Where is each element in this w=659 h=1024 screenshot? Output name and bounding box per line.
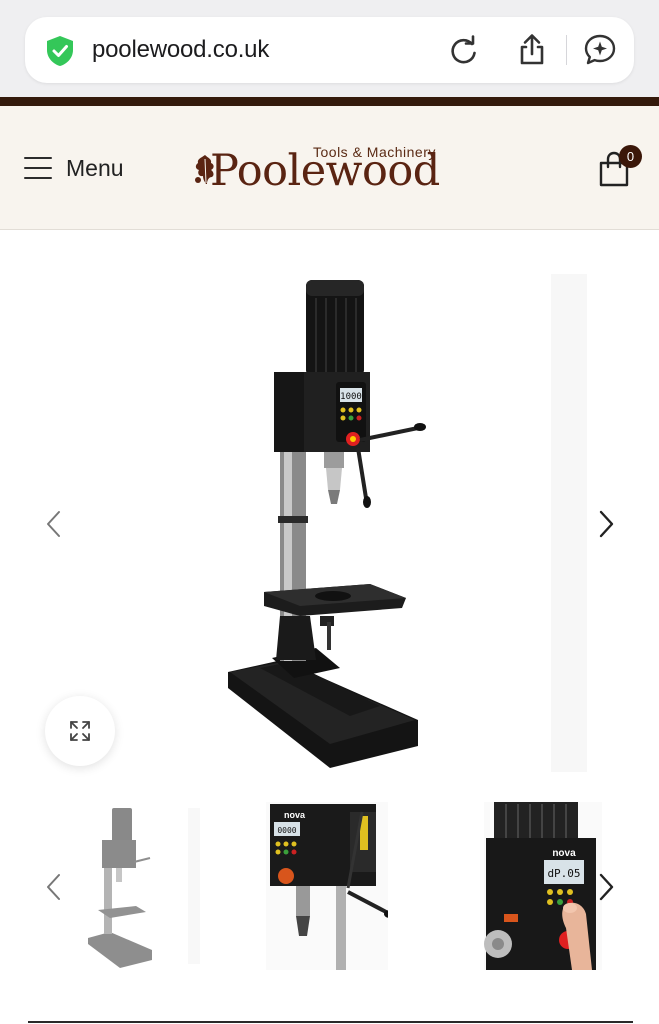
thumbnail-1[interactable] [80,802,200,970]
thumb2-display: 0000 [277,826,296,835]
share-icon[interactable] [514,32,550,68]
toolbar-divider [566,35,567,65]
thumb2-brand: nova [284,810,306,820]
thumb3-brand: nova [552,848,576,859]
thumbnail-2[interactable]: nova 0000 [266,802,388,970]
browser-chrome: poolewood.co.uk [0,0,659,97]
hamburger-icon [24,157,52,179]
drill-press-image: 1000 [228,280,426,768]
secure-shield-icon [47,36,73,66]
site-logo[interactable]: Tools & Machinery Poolewood [193,140,468,198]
thumbnail-3[interactable]: nova dP.05 [484,802,602,970]
thumbs-next-arrow-icon[interactable] [592,870,620,904]
section-divider [28,1021,633,1023]
site-header: Menu Tools & Machinery Poolewood 0 [0,106,659,230]
svg-text:1000: 1000 [340,392,362,402]
logo-wordmark: Poolewood [210,146,440,196]
zoom-button[interactable] [45,696,115,766]
announcement-strip [0,97,659,106]
product-gallery: 1000 [0,231,659,791]
assistant-sparkle-icon[interactable] [582,32,618,68]
cart-count-badge: 0 [619,145,642,168]
reload-icon[interactable] [446,32,482,68]
address-bar[interactable]: poolewood.co.uk [25,17,634,83]
next-slide-peek [551,274,587,772]
expand-icon [70,721,90,741]
gallery-prev-arrow-icon[interactable] [40,507,68,541]
thumbs-prev-arrow-icon[interactable] [40,870,68,904]
thumb3-display: dP.05 [547,867,580,880]
url-text[interactable]: poolewood.co.uk [92,36,269,64]
gallery-next-arrow-icon[interactable] [592,507,620,541]
menu-label: Menu [66,154,124,181]
thumbnail-strip: nova 0000 nova dP.05 [0,796,659,976]
menu-button[interactable]: Menu [24,153,124,183]
